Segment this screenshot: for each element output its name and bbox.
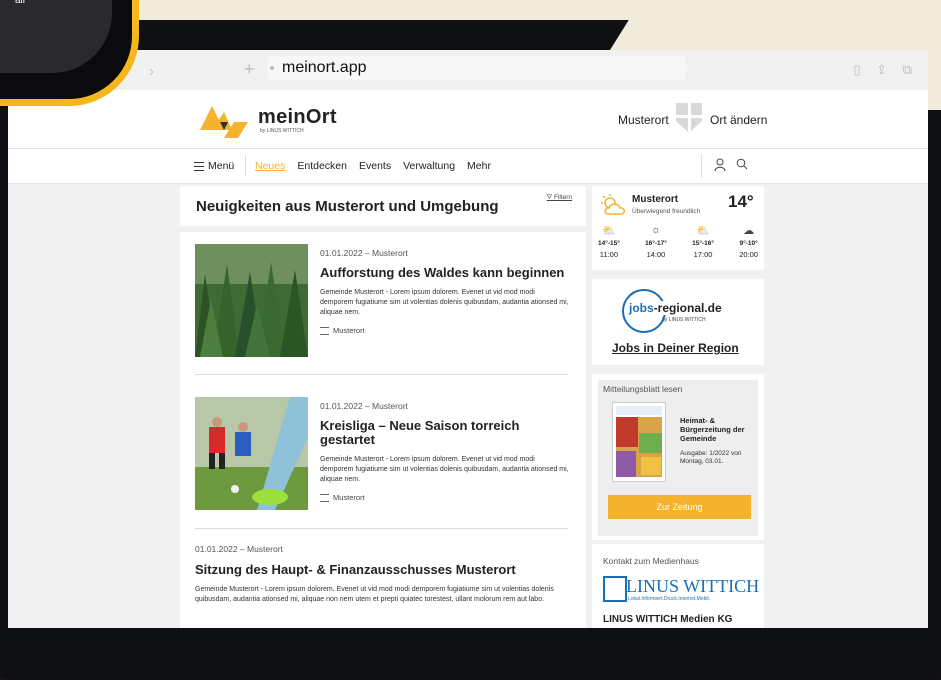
jobs-sub: by LINUS WITTICH [662, 317, 706, 323]
meinort-logo-icon[interactable] [198, 102, 248, 138]
filter-button[interactable]: ⛛ Filtern [547, 194, 572, 202]
town-crest-icon [676, 103, 702, 133]
tag-label: Musterort [333, 326, 365, 335]
jobs-name-prefix: jobs [629, 301, 654, 315]
weather-description: Überwiegend freundlich [632, 208, 701, 215]
forecast-time: 17:00 [693, 250, 713, 259]
forecast-item: ☼ 16°-17° 14:00 [645, 224, 667, 259]
main-nav: Menü Neues Entdecken Events Verwaltung M… [8, 149, 928, 184]
mitteilungsblatt-title: Mitteilungsblatt lesen [603, 384, 683, 394]
newspaper-cover-image[interactable] [612, 402, 666, 482]
forecast-item: ⛅ 15°-16° 17:00 [692, 224, 714, 259]
nav-divider [245, 155, 246, 177]
forecast-time: 11:00 [599, 250, 619, 259]
site-header: meinOrt by LINUS WITTICH Musterort Ort ä… [8, 90, 928, 149]
user-icon[interactable] [714, 158, 726, 172]
tag-icon [320, 326, 329, 335]
nav-item-neues[interactable]: Neues [255, 160, 285, 172]
weather-widget[interactable]: Musterort Überwiegend freundlich 14° ⛅ 1… [592, 186, 764, 270]
article-card[interactable]: 01.01.2022 – Musterort Aufforstung des W… [195, 244, 570, 364]
forecast-temps: 9°-10° [739, 240, 758, 247]
nav-items: Neues Entdecken Events Verwaltung Mehr [255, 160, 491, 172]
page-title: Neuigkeiten aus Musterort und Umgebung [196, 198, 499, 215]
jobs-link[interactable]: Jobs in Deiner Region [612, 341, 739, 355]
cloud-sun-icon: ⛅ [602, 225, 616, 237]
company-name[interactable]: LINUS WITTICH Medien KG [603, 614, 732, 625]
forecast-time: 20:00 [739, 250, 758, 259]
forecast-temps: 14°-15° [598, 240, 620, 247]
cloud-sun-icon: ⛅ [696, 225, 710, 237]
contact-widget: Kontakt zum Medienhaus LINUS WITTICH Lok… [592, 544, 764, 628]
brand-name[interactable]: meinOrt [258, 106, 337, 129]
main-content: Neuigkeiten aus Musterort und Umgebung ⛛… [8, 184, 928, 628]
article-tag[interactable]: Musterort [320, 326, 570, 335]
article-card[interactable]: 01.01.2022 – Musterort Sitzung des Haupt… [195, 544, 567, 628]
nav-item-events[interactable]: Events [359, 160, 391, 172]
url-text: meinort.app [282, 59, 367, 76]
browser-toolbar: ‹ › + meinort.app ▯ ⇪ ⧉ [8, 50, 928, 90]
lock-icon [270, 66, 274, 70]
phone-screen: all [0, 0, 112, 73]
nav-item-entdecken[interactable]: Entdecken [297, 160, 347, 172]
jobs-name-suffix: -regional.de [653, 301, 722, 315]
tag-icon [320, 493, 329, 502]
nav-divider-right [701, 154, 702, 178]
brand-sub: by LINUS WITTICH [260, 128, 304, 134]
weather-city: Musterort [632, 194, 679, 205]
article-title[interactable]: Sitzung des Haupt- & Finanzausschusses M… [195, 563, 567, 577]
nav-item-verwaltung[interactable]: Verwaltung [403, 160, 455, 172]
weather-forecast: ⛅ 14°-15° 11:00 ☼ 16°-17° 14:00 ⛅ 15°-16… [598, 224, 758, 259]
filter-label: Filtern [553, 194, 572, 201]
article-list: 01.01.2022 – Musterort Aufforstung des W… [180, 232, 586, 628]
article-divider [195, 374, 568, 375]
hamburger-icon [194, 161, 204, 171]
forecast-item: ☁ 9°-10° 20:00 [739, 224, 758, 259]
phone-text: all [15, 0, 26, 6]
linus-wittich-tagline: Lokal.Informiert.Druck.Internet.Mobil. [628, 596, 710, 602]
forest-image [195, 244, 308, 357]
article-tag[interactable]: Musterort [320, 493, 570, 502]
jobs-widget[interactable]: jobs-regional.de by LINUS WITTICH Jobs i… [592, 279, 764, 365]
article-card[interactable]: 01.01.2022 – Musterort Kreisliga – Neue … [195, 397, 570, 517]
linus-wittich-logo-text: LINUS WITTICH [626, 576, 760, 596]
article-divider [195, 528, 568, 529]
article-title[interactable]: Kreisliga – Neue Saison torreich gestart… [320, 419, 570, 447]
article-excerpt: Gemeinde Musterort - Lorem ipsum dolorem… [320, 289, 569, 316]
nav-item-mehr[interactable]: Mehr [467, 160, 491, 172]
news-header: Neuigkeiten aus Musterort und Umgebung ⛛… [180, 186, 586, 226]
search-icon[interactable] [736, 158, 748, 170]
change-place-link[interactable]: Ort ändern [710, 113, 767, 127]
menu-button[interactable]: Menü [194, 160, 234, 172]
football-image [195, 397, 308, 510]
zur-zeitung-button[interactable]: Zur Zeitung [608, 495, 751, 519]
mitteilungsblatt-heading: Heimat- & Bürgerzeitung der Gemeinde [680, 416, 745, 443]
article-meta: 01.01.2022 – Musterort [195, 544, 283, 554]
article-meta: 01.01.2022 – Musterort [320, 401, 408, 411]
forecast-temps: 15°-16° [692, 240, 714, 247]
mitteilungsblatt-widget: Mitteilungsblatt lesen Heimat- & Bürgerz… [592, 374, 764, 540]
article-excerpt: Gemeinde Musterort - Lorem ipsum dolorem… [320, 456, 569, 483]
forecast-temps: 16°-17° [645, 240, 667, 247]
linus-wittich-logo-icon [603, 576, 627, 602]
weather-temperature: 14° [728, 192, 754, 211]
browser-window: ‹ › + meinort.app ▯ ⇪ ⧉ meinOrt by LINUS… [8, 50, 928, 628]
toolbar-icons[interactable]: ▯ ⇪ ⧉ [853, 62, 918, 78]
jobs-name: jobs-regional.de [628, 301, 723, 315]
mitteilungsblatt-issue: Ausgabe: 1/2022 von Montag, 03.01. [680, 450, 742, 465]
cloud-icon: ☁ [743, 225, 755, 237]
address-bar[interactable]: meinort.app [268, 56, 686, 80]
tag-label: Musterort [333, 493, 365, 502]
current-place: Musterort [618, 113, 669, 127]
sun-icon: ☼ [650, 224, 662, 236]
new-tab-icon[interactable]: + [244, 59, 255, 80]
sun-cloud-icon [601, 194, 625, 215]
contact-title: Kontakt zum Medienhaus [603, 556, 699, 566]
forecast-time: 14:00 [646, 250, 666, 259]
article-meta: 01.01.2022 – Musterort [320, 248, 408, 258]
article-title[interactable]: Aufforstung des Waldes kann beginnen [320, 266, 570, 280]
article-excerpt: Gemeinde Musterort - Lorem ipsum dolorem… [195, 586, 554, 603]
forecast-item: ⛅ 14°-15° 11:00 [598, 224, 620, 259]
menu-label: Menü [208, 160, 235, 172]
